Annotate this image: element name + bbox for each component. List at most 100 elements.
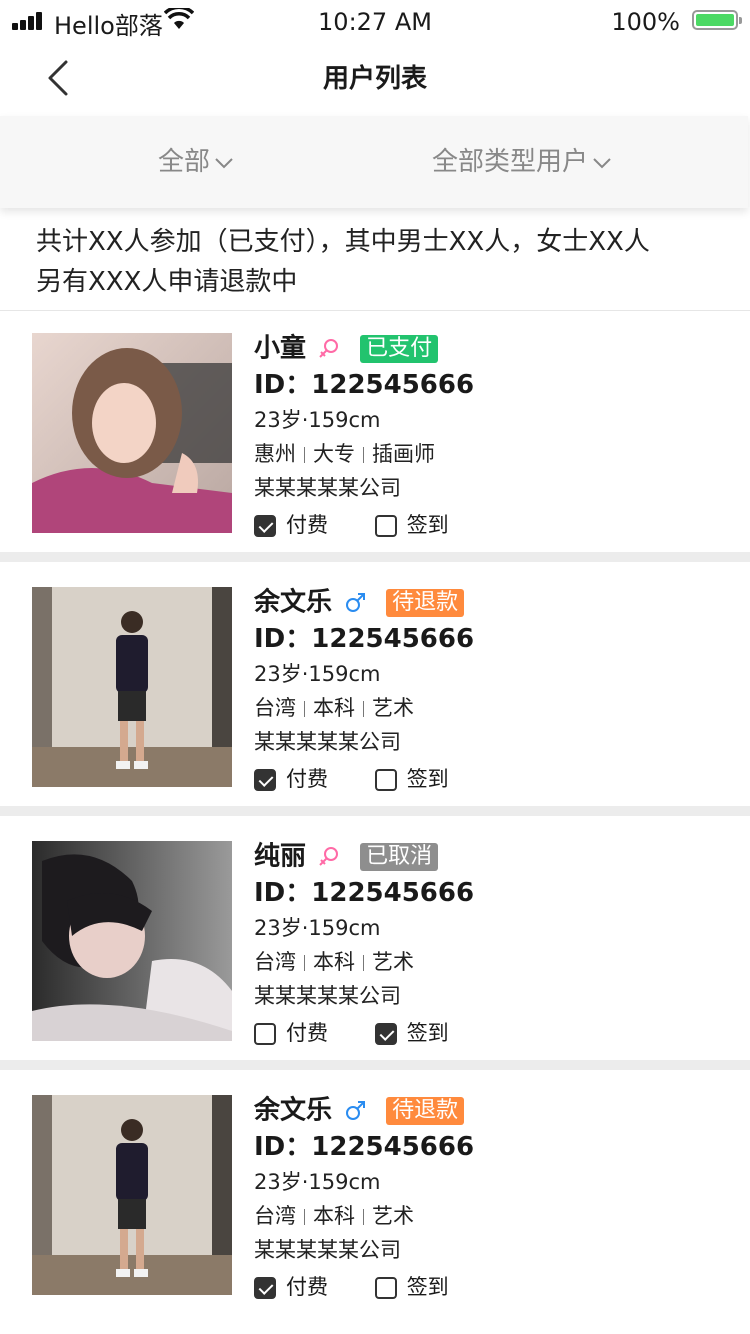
filter-all-dropdown[interactable]: 全部 <box>158 116 234 208</box>
checkin-checkbox-item[interactable]: 签到 <box>374 508 449 542</box>
pay-checkbox[interactable] <box>254 1023 276 1045</box>
pay-checkbox-item[interactable]: 付费 <box>254 1270 328 1304</box>
user-card[interactable]: 纯丽 已取消 ID：122545666 23岁·159cm 台湾 本科 艺术 某某某… <box>0 819 750 1061</box>
checkin-checkbox[interactable] <box>374 515 397 537</box>
user-info: 纯丽 已取消 ID：122545666 23岁·159cm 台湾 本科 艺术 某某某… <box>254 839 734 1049</box>
user-city: 台湾 <box>254 1204 296 1228</box>
user-company: 某某某某某公司 <box>254 730 401 754</box>
user-profile-tags: 台湾 本科 艺术 <box>254 1199 734 1233</box>
filter-user-type-dropdown[interactable]: 全部类型用户 <box>432 116 612 208</box>
user-name-row: 余文乐 待退款 <box>254 585 734 619</box>
battery-percent: 100% <box>611 8 680 36</box>
pay-label: 付费 <box>286 1021 328 1045</box>
card-separator <box>0 806 750 816</box>
user-id: ID：122545666 <box>254 370 475 400</box>
male-icon <box>346 1100 366 1120</box>
user-education: 本科 <box>313 950 355 974</box>
user-photo <box>32 333 232 533</box>
user-checks: 付费 签到 <box>254 761 734 795</box>
chevron-down-icon <box>593 157 611 168</box>
user-photo <box>32 841 232 1041</box>
user-job: 艺术 <box>372 950 414 974</box>
user-card[interactable]: 小童 已支付 ID：122545666 23岁·159cm 惠州 大专 插画师 某某… <box>0 311 750 553</box>
filter-user-type-label: 全部类型用户 <box>432 147 589 177</box>
battery-icon <box>692 10 742 30</box>
user-profile-tags: 台湾 本科 艺术 <box>254 945 734 979</box>
pay-checkbox[interactable] <box>254 515 276 537</box>
pay-checkbox[interactable] <box>254 769 276 791</box>
status-bar: Hello部落 10:27 AM 100% <box>0 0 750 44</box>
checkin-checkbox[interactable] <box>374 1023 397 1045</box>
pay-checkbox-item[interactable]: 付费 <box>254 508 328 542</box>
user-job: 插画师 <box>372 442 435 466</box>
user-name-row: 纯丽 已取消 <box>254 839 734 873</box>
male-icon <box>346 592 366 612</box>
status-badge: 已支付 <box>360 334 439 363</box>
user-company: 某某某某某公司 <box>254 984 401 1008</box>
pay-checkbox-item[interactable]: 付费 <box>254 762 328 796</box>
user-job: 艺术 <box>372 696 414 720</box>
pay-label: 付费 <box>286 767 328 791</box>
pay-label: 付费 <box>286 513 328 537</box>
female-icon <box>319 338 339 358</box>
user-name: 纯丽 <box>254 841 307 872</box>
checkin-checkbox[interactable] <box>374 1277 397 1299</box>
user-company: 某某某某某公司 <box>254 476 401 500</box>
user-age-height: 23岁·159cm <box>254 916 381 940</box>
checkin-checkbox-item[interactable]: 签到 <box>374 762 449 796</box>
user-id: ID：122545666 <box>254 1132 475 1162</box>
checkin-label: 签到 <box>406 1275 449 1299</box>
page-title: 用户列表 <box>322 64 427 94</box>
user-photo <box>32 1095 232 1295</box>
user-card[interactable]: 余文乐 待退款 ID：122545666 23岁·159cm 台湾 本科 艺术 某某… <box>0 1073 750 1315</box>
checkin-checkbox[interactable] <box>374 769 397 791</box>
checkin-checkbox-item[interactable]: 签到 <box>374 1016 449 1050</box>
status-badge: 待退款 <box>386 1096 465 1125</box>
summary-line-1: 共计XX人参加（已支付），其中男士XX人，女士XX人 <box>36 227 650 257</box>
user-photo <box>32 587 232 787</box>
filter-all-label: 全部 <box>158 147 211 177</box>
user-profile-tags: 惠州 大专 插画师 <box>254 437 734 471</box>
user-name-row: 余文乐 待退款 <box>254 1093 734 1127</box>
checkin-label: 签到 <box>406 1021 449 1045</box>
user-info: 余文乐 待退款 ID：122545666 23岁·159cm 台湾 本科 艺术 某某… <box>254 1093 734 1303</box>
user-city: 台湾 <box>254 696 296 720</box>
chevron-down-icon <box>215 157 233 168</box>
user-name: 余文乐 <box>254 587 333 618</box>
user-id: ID：122545666 <box>254 878 475 908</box>
checkin-checkbox-item[interactable]: 签到 <box>374 1270 449 1304</box>
nav-bar: 用户列表 <box>0 44 750 114</box>
user-company: 某某某某某公司 <box>254 1238 401 1262</box>
user-city: 惠州 <box>254 442 296 466</box>
user-card[interactable]: 余文乐 待退款 ID：122545666 23岁·159cm 台湾 本科 艺术 某某… <box>0 565 750 807</box>
pay-checkbox-item[interactable]: 付费 <box>254 1016 328 1050</box>
card-separator <box>0 552 750 562</box>
user-id: ID：122545666 <box>254 624 475 654</box>
status-badge: 待退款 <box>386 588 465 617</box>
user-checks: 付费 签到 <box>254 507 734 541</box>
user-education: 大专 <box>313 442 355 466</box>
checkin-label: 签到 <box>406 513 449 537</box>
user-name-row: 小童 已支付 <box>254 331 734 365</box>
female-icon <box>319 846 339 866</box>
summary-line-2: 另有XXX人申请退款中 <box>36 267 298 297</box>
user-job: 艺术 <box>372 1204 414 1228</box>
user-checks: 付费 签到 <box>254 1015 734 1049</box>
user-age-height: 23岁·159cm <box>254 1170 381 1194</box>
pay-label: 付费 <box>286 1275 328 1299</box>
user-name: 余文乐 <box>254 1095 333 1126</box>
checkin-label: 签到 <box>406 767 449 791</box>
user-age-height: 23岁·159cm <box>254 662 381 686</box>
user-education: 本科 <box>313 696 355 720</box>
filter-bar: 全部 全部类型用户 <box>0 116 748 208</box>
user-city: 台湾 <box>254 950 296 974</box>
status-badge: 已取消 <box>360 842 439 871</box>
user-age-height: 23岁·159cm <box>254 408 381 432</box>
card-separator <box>0 1060 750 1070</box>
user-info: 小童 已支付 ID：122545666 23岁·159cm 惠州 大专 插画师 某某… <box>254 331 734 541</box>
user-name: 小童 <box>254 333 307 364</box>
user-checks: 付费 签到 <box>254 1269 734 1303</box>
user-education: 本科 <box>313 1204 355 1228</box>
user-profile-tags: 台湾 本科 艺术 <box>254 691 734 725</box>
pay-checkbox[interactable] <box>254 1277 276 1299</box>
